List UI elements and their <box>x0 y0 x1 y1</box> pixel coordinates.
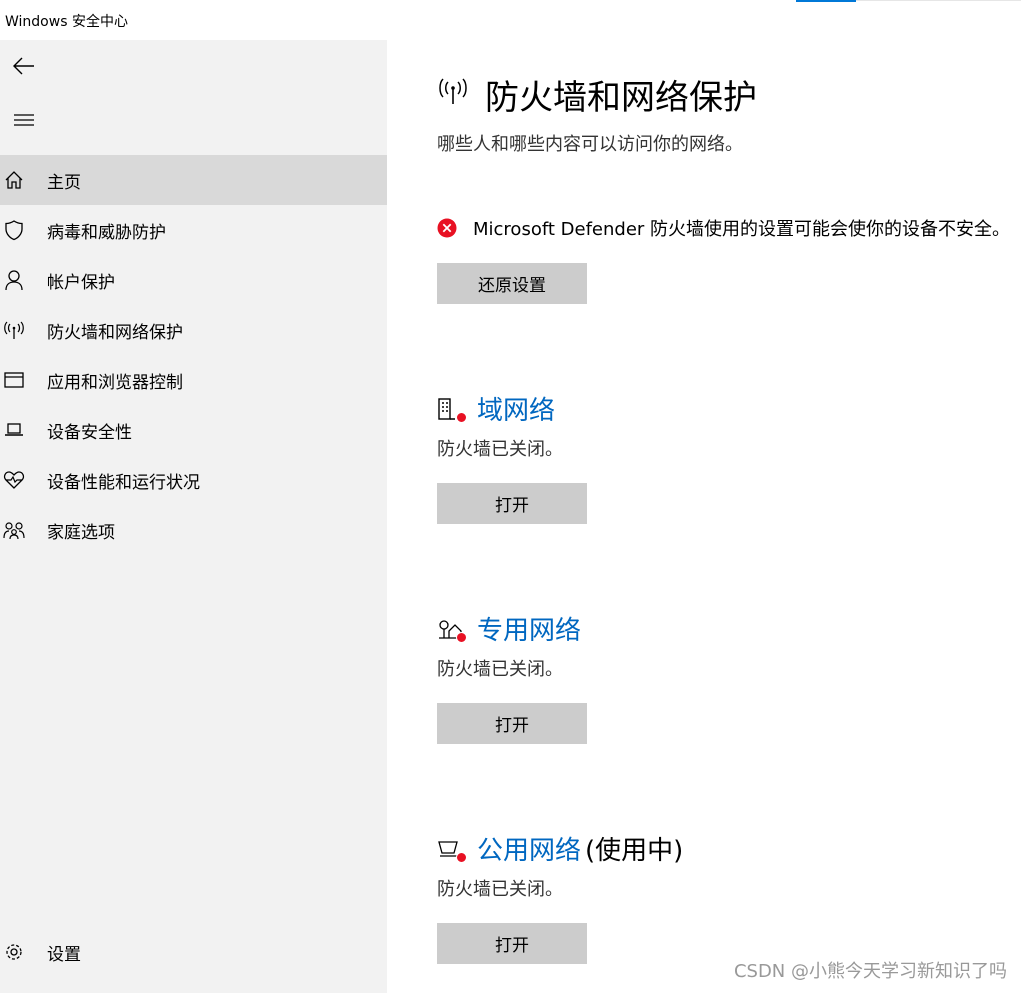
page-subtitle: 哪些人和哪些内容可以访问你的网络。 <box>437 134 743 155</box>
private-network-status: 防火墙已关闭。 <box>437 659 563 680</box>
hamburger-icon <box>14 114 34 126</box>
public-network-header: 公用网络 (使用中) <box>437 830 683 867</box>
sidebar-item-family-options[interactable]: 家庭选项 <box>0 505 387 555</box>
gear-icon <box>0 942 27 962</box>
sidebar-item-virus-protection[interactable]: 病毒和威胁防护 <box>0 205 387 255</box>
title-bar: Windows 安全中心 <box>0 0 1021 40</box>
public-network-enable-button[interactable]: 打开 <box>437 923 587 964</box>
error-icon <box>437 218 457 238</box>
heart-pulse-icon <box>0 470 27 490</box>
public-network-status: 防火墙已关闭。 <box>437 879 563 900</box>
title-accent <box>796 0 856 2</box>
sidebar: 主页 病毒和威胁防护 帐户保护 防火墙和网络保护 应用和浏览器控制 设备安全性 <box>0 40 387 993</box>
watermark: CSDN @小熊今天学习新知识了吗 <box>733 961 1007 982</box>
warning-text: Microsoft Defender 防火墙使用的设置可能会使你的设备不安全。 <box>473 219 1011 240</box>
sidebar-item-label: 主页 <box>47 172 81 193</box>
main-content: 防火墙和网络保护 哪些人和哪些内容可以访问你的网络。 Microsoft Def… <box>387 40 1021 993</box>
sidebar-item-label: 帐户保护 <box>47 272 115 293</box>
sidebar-item-label: 防火墙和网络保护 <box>47 322 183 343</box>
wifi-antenna-icon <box>437 76 469 112</box>
back-arrow-icon <box>13 57 34 75</box>
page-title: 防火墙和网络保护 <box>485 78 757 118</box>
error-badge-icon <box>456 631 467 643</box>
private-network-header: 专用网络 <box>437 610 581 647</box>
sidebar-item-account-protection[interactable]: 帐户保护 <box>0 255 387 305</box>
app-window-icon <box>0 371 27 389</box>
sidebar-item-device-performance[interactable]: 设备性能和运行状况 <box>0 455 387 505</box>
sidebar-item-app-browser-control[interactable]: 应用和浏览器控制 <box>0 355 387 405</box>
sidebar-item-device-security[interactable]: 设备安全性 <box>0 405 387 455</box>
wifi-antenna-icon <box>0 320 27 340</box>
firewall-warning: Microsoft Defender 防火墙使用的设置可能会使你的设备不安全。 <box>437 215 1010 241</box>
domain-network-enable-button[interactable]: 打开 <box>437 483 587 524</box>
back-button[interactable] <box>0 46 48 86</box>
sidebar-item-label: 设置 <box>47 944 81 963</box>
laptop-icon <box>0 421 27 439</box>
sidebar-item-label: 应用和浏览器控制 <box>47 372 183 393</box>
family-icon <box>0 520 27 540</box>
person-icon <box>0 269 27 291</box>
in-use-label: (使用中) <box>585 836 684 866</box>
sidebar-item-firewall[interactable]: 防火墙和网络保护 <box>0 305 387 355</box>
sidebar-item-home[interactable]: 主页 <box>0 155 387 205</box>
window-title: Windows 安全中心 <box>5 14 128 30</box>
error-badge-icon <box>456 851 467 863</box>
private-network-link[interactable]: 专用网络 <box>477 610 581 647</box>
sidebar-item-label: 病毒和威胁防护 <box>47 222 166 243</box>
public-network-link[interactable]: 公用网络 <box>477 830 581 867</box>
private-network-icon <box>437 616 467 643</box>
shield-icon <box>0 219 27 241</box>
title-divider <box>856 0 1021 1</box>
public-network-icon <box>437 836 467 863</box>
sidebar-item-settings[interactable]: 设置 <box>0 942 81 962</box>
sidebar-item-label: 设备性能和运行状况 <box>47 472 200 493</box>
domain-network-link[interactable]: 域网络 <box>477 390 555 427</box>
domain-network-status: 防火墙已关闭。 <box>437 439 563 460</box>
menu-button[interactable] <box>0 100 48 140</box>
domain-network-icon <box>437 396 467 423</box>
sidebar-item-label: 设备安全性 <box>47 422 132 443</box>
home-icon <box>0 170 27 190</box>
domain-network-header: 域网络 <box>437 390 555 427</box>
sidebar-item-label: 家庭选项 <box>47 522 115 543</box>
error-badge-icon <box>456 411 467 423</box>
private-network-enable-button[interactable]: 打开 <box>437 703 587 744</box>
restore-settings-button[interactable]: 还原设置 <box>437 263 587 304</box>
